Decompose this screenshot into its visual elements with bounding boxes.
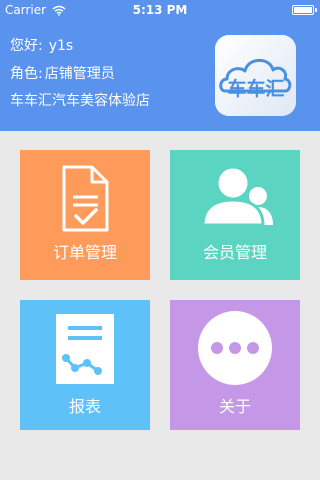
store-name: 车车汇汽车美容体验店 (10, 93, 150, 109)
greeting-line: 您好: y1s (10, 38, 73, 54)
role-label: 角色: (10, 66, 43, 82)
tile-label: 关于 (218, 397, 251, 416)
status-bar: Carrier 5:13 PM (0, 0, 320, 20)
tile-member-management[interactable]: 会员管理 (170, 150, 300, 280)
tile-reports[interactable]: 报表 (20, 300, 150, 430)
users-icon (201, 165, 273, 227)
role-value: 店铺管理员 (44, 66, 115, 82)
document-check-icon (62, 165, 109, 232)
more-dots-icon (198, 311, 272, 385)
tile-about[interactable]: 关于 (170, 300, 300, 430)
battery-icon (292, 5, 317, 15)
tile-label: 报表 (68, 397, 101, 416)
role-line: 角色: 店铺管理员 (10, 66, 115, 82)
app-logo: 车车汇 (215, 35, 296, 116)
tile-label: 会员管理 (202, 243, 267, 262)
greeting-label: 您好: (10, 38, 43, 54)
battery-fill (294, 7, 312, 13)
tile-order-management[interactable]: 订单管理 (20, 150, 150, 280)
username: y1s (48, 38, 74, 54)
tile-label: 订单管理 (52, 243, 117, 262)
logo-text: 车车汇 (227, 77, 284, 100)
status-time: 5:13 PM (132, 3, 188, 17)
report-chart-icon (56, 314, 114, 384)
battery-nub (315, 8, 317, 12)
user-header: 您好: y1s 角色: 店铺管理员 车车汇汽车美容体验店 车车汇 (0, 20, 320, 131)
